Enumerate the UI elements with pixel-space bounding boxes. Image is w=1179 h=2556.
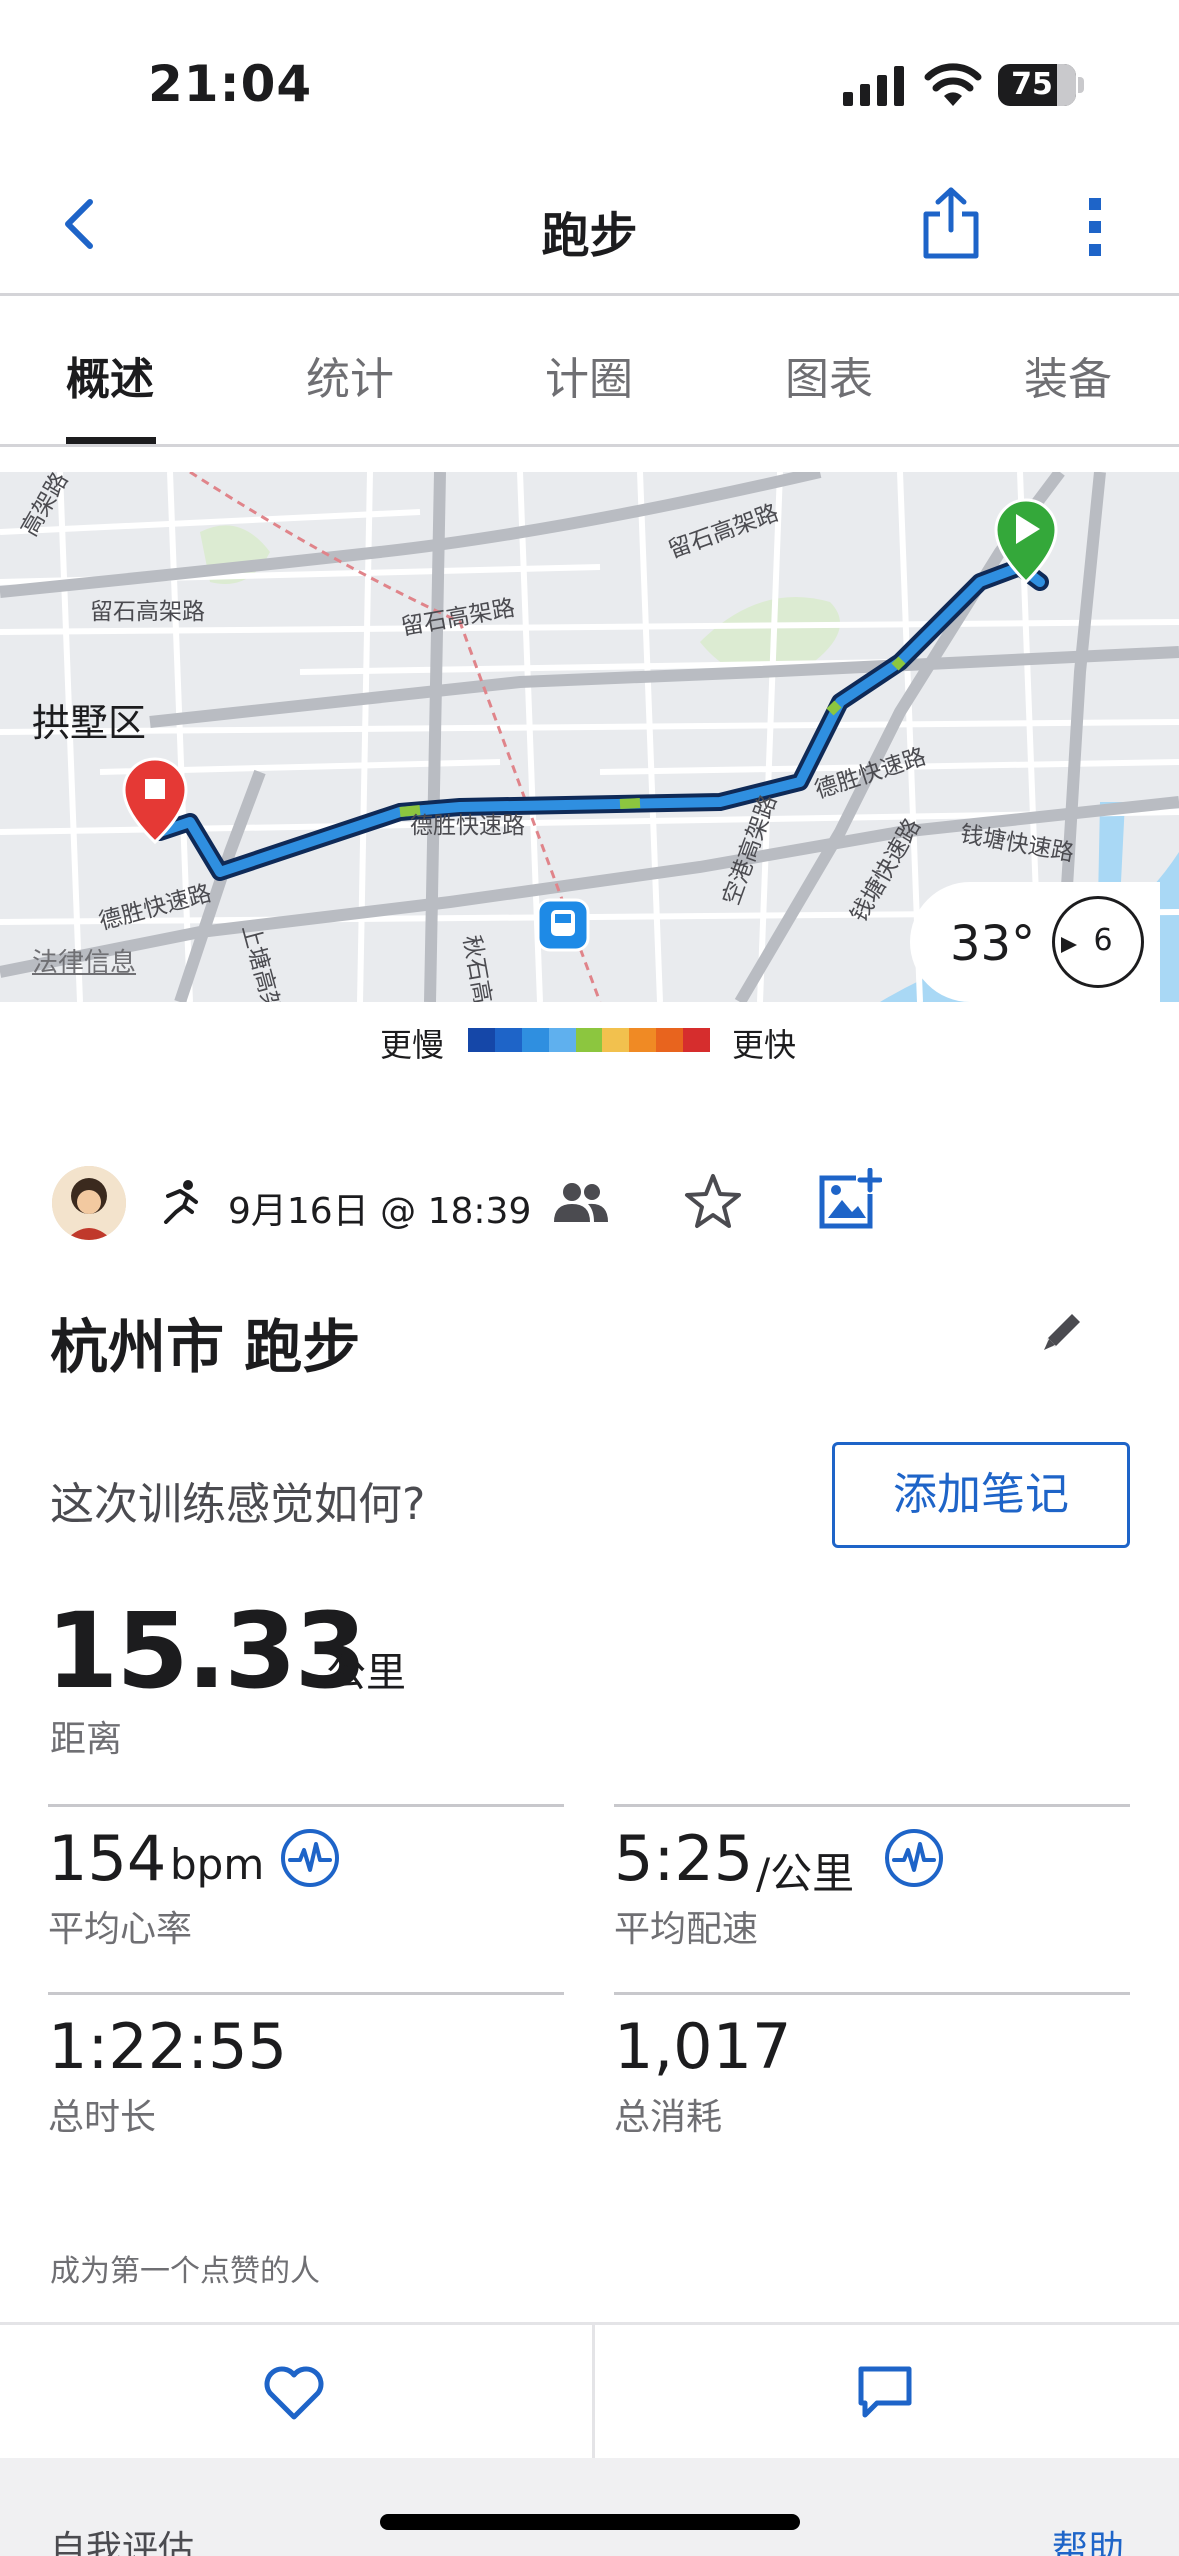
legend-swatch bbox=[656, 1028, 684, 1052]
legend-color-bar bbox=[468, 1028, 711, 1052]
weather-temperature: 33° bbox=[950, 916, 1036, 972]
tab-stats[interactable]: 统计 bbox=[306, 343, 394, 407]
like-button[interactable] bbox=[0, 2325, 589, 2458]
self-evaluation-label: 自我评估 bbox=[50, 2529, 195, 2556]
weather-chip: 33° 6 bbox=[910, 882, 1160, 1002]
status-time: 21:04 bbox=[148, 55, 313, 113]
action-bar bbox=[0, 2322, 1179, 2458]
wind-icon: 6 bbox=[1052, 896, 1144, 988]
heart-rate-value: 154 bbox=[48, 1822, 167, 1895]
edit-pencil-icon[interactable] bbox=[1040, 1308, 1086, 1354]
pace-label: 平均配速 bbox=[614, 1909, 759, 1950]
cellular-signal-icon bbox=[843, 66, 904, 106]
legal-info-link[interactable]: 法律信息 bbox=[32, 942, 136, 979]
add-photo-icon[interactable] bbox=[816, 1168, 882, 1234]
people-icon[interactable] bbox=[554, 1180, 608, 1224]
self-evaluation-section: 自我评估 帮助 bbox=[0, 2458, 1179, 2556]
page-title: 跑步 bbox=[541, 208, 638, 264]
tab-overview[interactable]: 概述 bbox=[66, 343, 154, 407]
distance-unit: 公里 bbox=[326, 1650, 406, 1696]
comment-button[interactable] bbox=[592, 2325, 1179, 2458]
train-station-icon bbox=[536, 898, 590, 952]
battery-icon: 75 bbox=[998, 64, 1076, 106]
speed-legend: 更慢 更快 bbox=[0, 1018, 1179, 1064]
calories-label: 总消耗 bbox=[614, 2097, 723, 2138]
heart-rate-unit: bpm bbox=[170, 1840, 265, 1889]
feel-question: 这次训练感觉如何? bbox=[50, 1479, 426, 1530]
divider bbox=[48, 1992, 564, 1995]
battery-level: 75 bbox=[1011, 67, 1053, 102]
nav-bar: 跑步 bbox=[0, 150, 1179, 296]
legend-swatch bbox=[468, 1028, 495, 1052]
legend-swatch bbox=[494, 1028, 522, 1052]
heart-rate-chart-icon[interactable] bbox=[280, 1828, 340, 1888]
divider bbox=[614, 1804, 1130, 1807]
star-icon[interactable] bbox=[683, 1172, 743, 1232]
pace-value: 5:25 bbox=[614, 1822, 754, 1895]
legend-swatch bbox=[521, 1028, 549, 1052]
tab-laps[interactable]: 计圈 bbox=[545, 343, 633, 407]
heart-rate-label: 平均心率 bbox=[48, 1909, 193, 1950]
help-link[interactable]: 帮助 bbox=[1052, 2520, 1124, 2556]
distance-value: 15.33 bbox=[46, 1590, 367, 1712]
running-icon bbox=[164, 1180, 198, 1224]
home-indicator bbox=[380, 2514, 800, 2530]
tab-bar: 概述 统计 计圈 图表 装备 bbox=[0, 299, 1179, 447]
status-bar: 21:04 75 bbox=[0, 0, 1179, 150]
pace-unit: /公里 bbox=[756, 1849, 855, 1898]
district-label: 拱墅区 bbox=[32, 701, 147, 745]
activity-date: 9月16日 @ 18:39 bbox=[228, 1191, 532, 1232]
legend-fast-label: 更快 bbox=[732, 1026, 797, 1064]
divider bbox=[614, 1992, 1130, 1995]
legend-swatch bbox=[575, 1028, 603, 1052]
share-icon[interactable] bbox=[918, 186, 984, 260]
like-prompt: 成为第一个点赞的人 bbox=[50, 2254, 320, 2289]
tab-charts[interactable]: 图表 bbox=[785, 343, 873, 407]
distance-label: 距离 bbox=[50, 1719, 123, 1760]
legend-swatch bbox=[548, 1028, 576, 1052]
activity-title: 杭州市 跑步 bbox=[50, 1313, 361, 1381]
wifi-icon bbox=[924, 63, 982, 106]
activity-meta-row: 9月16日 @ 18:39 bbox=[0, 1162, 1179, 1242]
wind-speed: 6 bbox=[1093, 923, 1113, 958]
add-note-button[interactable]: 添加笔记 bbox=[832, 1442, 1130, 1548]
more-vertical-icon[interactable] bbox=[1080, 194, 1110, 260]
pace-chart-icon[interactable] bbox=[884, 1828, 944, 1888]
legend-swatch bbox=[629, 1028, 657, 1052]
map-road-label: 德胜快速路 bbox=[410, 813, 525, 839]
map-road-label: 留石高架路 bbox=[90, 599, 205, 625]
legend-swatch bbox=[602, 1028, 630, 1052]
avatar[interactable] bbox=[52, 1166, 126, 1240]
route-map[interactable]: 高架路 留石高架路 留石高架路 留石高架路 德胜快速路 德胜快速路 德胜快速路 … bbox=[0, 472, 1179, 1002]
legend-swatch bbox=[683, 1028, 711, 1052]
calories-value: 1,017 bbox=[614, 2010, 792, 2083]
duration-label: 总时长 bbox=[48, 2097, 157, 2138]
battery-nub bbox=[1078, 77, 1084, 93]
active-tab-indicator bbox=[66, 437, 156, 444]
tab-gear[interactable]: 装备 bbox=[1024, 343, 1112, 407]
heart-icon bbox=[264, 2366, 324, 2420]
divider bbox=[48, 1804, 564, 1807]
duration-value: 1:22:55 bbox=[48, 2010, 288, 2083]
comment-icon bbox=[858, 2366, 912, 2418]
legend-slow-label: 更慢 bbox=[380, 1026, 445, 1064]
